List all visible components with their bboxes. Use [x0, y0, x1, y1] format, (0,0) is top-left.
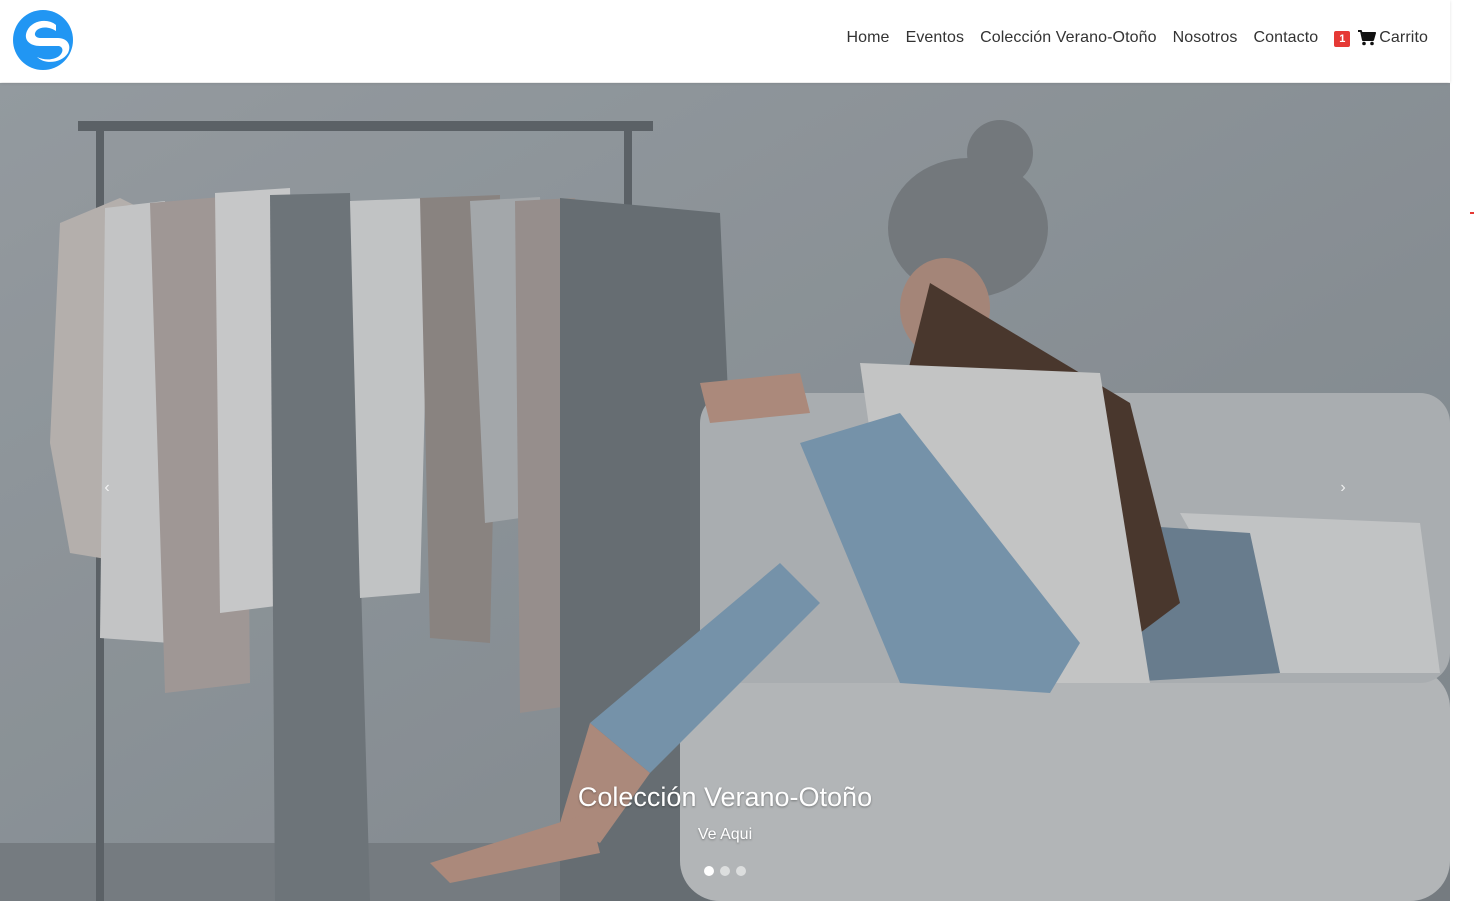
- indicator-1[interactable]: [704, 866, 714, 876]
- carousel-indicators: [0, 866, 1450, 876]
- brand-logo[interactable]: [12, 9, 74, 71]
- nav-link-contacto[interactable]: Contacto: [1253, 29, 1318, 47]
- nav-link-nosotros[interactable]: Nosotros: [1173, 29, 1238, 47]
- indicator-3[interactable]: [736, 866, 746, 876]
- cart-label: Carrito: [1379, 29, 1428, 46]
- chevron-right-icon: ›: [1340, 479, 1346, 496]
- hero-carousel: ‹ › Colección Verano-Otoño Ve Aqui: [0, 83, 1450, 901]
- caption-link[interactable]: Ve Aqui: [698, 826, 752, 844]
- indicator-2[interactable]: [720, 866, 730, 876]
- chevron-left-icon: ‹: [104, 479, 110, 496]
- nav-menu: Home Eventos Colección Verano-Otoño Noso…: [846, 29, 1428, 47]
- brand-s-logo-icon: [13, 10, 73, 70]
- caption-title: Colección Verano-Otoño: [577, 782, 873, 812]
- nav-link-coleccion[interactable]: Colección Verano-Otoño: [980, 29, 1157, 47]
- carousel-prev-button[interactable]: ‹: [97, 478, 117, 498]
- navbar: Home Eventos Colección Verano-Otoño Noso…: [0, 0, 1450, 82]
- carousel-next-button[interactable]: ›: [1333, 478, 1353, 498]
- nav-link-home[interactable]: Home: [846, 29, 889, 47]
- nav-link-eventos[interactable]: Eventos: [906, 29, 965, 47]
- cart-link[interactable]: 1 Carrito: [1334, 29, 1428, 47]
- shopping-cart-icon: [1358, 30, 1377, 46]
- carousel-caption: Colección Verano-Otoño Ve Aqui: [0, 780, 1450, 844]
- cart-count-badge: 1: [1334, 31, 1351, 47]
- edge-mark: [1470, 212, 1474, 214]
